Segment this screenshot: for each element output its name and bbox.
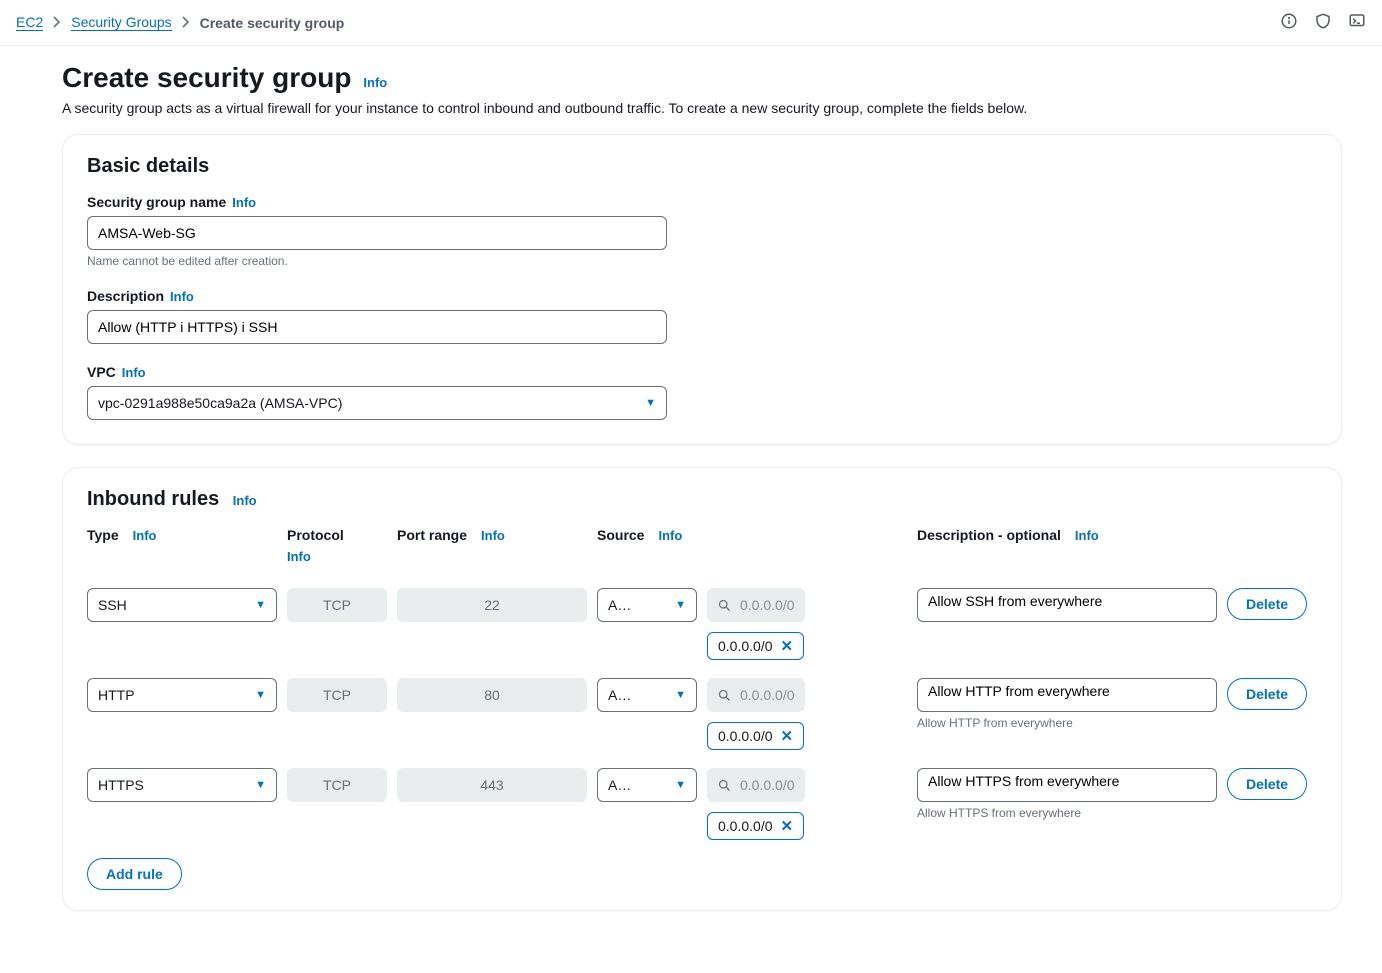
rule-protocol: TCP — [287, 588, 387, 622]
rule-type-select[interactable]: SSH ▼ — [87, 588, 277, 622]
chevron-right-icon — [182, 15, 190, 31]
add-rule-button[interactable]: Add rule — [87, 858, 182, 890]
rule-source-select[interactable]: A… ▼ — [597, 588, 697, 622]
chevron-down-icon: ▼ — [255, 599, 266, 611]
page-title: Create security group — [62, 62, 351, 94]
rule-source-select[interactable]: A… ▼ — [597, 768, 697, 802]
rule-type-select[interactable]: HTTP ▼ — [87, 678, 277, 712]
sg-desc-info[interactable]: Info — [170, 289, 194, 304]
col-type-info[interactable]: Info — [133, 528, 157, 543]
chevron-down-icon: ▼ — [645, 397, 656, 409]
cidr-chip: 0.0.0.0/0 ✕ — [707, 722, 804, 750]
search-icon — [717, 598, 732, 613]
chevron-right-icon — [53, 15, 61, 31]
inbound-rules-panel: Inbound rules Info Type Info Protocol In… — [62, 467, 1342, 911]
basic-details-title: Basic details — [87, 155, 1317, 178]
inbound-rules-info[interactable]: Info — [233, 493, 257, 508]
breadcrumb-ec2[interactable]: EC2 — [16, 14, 43, 31]
col-source: Source — [597, 527, 644, 543]
search-icon — [717, 778, 732, 793]
rule-description-input[interactable] — [917, 678, 1217, 712]
rule-type-select[interactable]: HTTPS ▼ — [87, 768, 277, 802]
remove-cidr-icon[interactable]: ✕ — [781, 637, 794, 655]
rule-source-search[interactable]: 0.0.0.0/0 — [707, 768, 805, 802]
col-protocol: Protocol — [287, 527, 387, 543]
remove-cidr-icon[interactable]: ✕ — [781, 727, 794, 745]
sg-name-hint: Name cannot be edited after creation. — [87, 254, 1317, 268]
rule-protocol: TCP — [287, 678, 387, 712]
shield-icon[interactable] — [1314, 12, 1332, 33]
rule-row: SSH ▼ TCP 22 A… ▼ 0.0.0.0/0 0.0.0.0/0 ✕ — [87, 588, 1317, 660]
rule-port: 80 — [397, 678, 587, 712]
breadcrumb: EC2 Security Groups Create security grou… — [16, 14, 344, 31]
rule-port: 22 — [397, 588, 587, 622]
col-port-info[interactable]: Info — [481, 528, 505, 543]
chevron-down-icon: ▼ — [255, 689, 266, 701]
rule-description-subtext: Allow HTTP from everywhere — [917, 716, 1217, 730]
page-title-info[interactable]: Info — [363, 75, 387, 90]
rule-description-input[interactable] — [917, 768, 1217, 802]
col-protocol-info[interactable]: Info — [287, 549, 387, 564]
col-port: Port range — [397, 527, 467, 543]
rule-row: HTTPS ▼ TCP 443 A… ▼ 0.0.0.0/0 0.0.0.0/0… — [87, 768, 1317, 840]
chevron-down-icon: ▼ — [675, 599, 686, 611]
vpc-select[interactable]: vpc-0291a988e50ca9a2a (AMSA-VPC) ▼ — [87, 386, 667, 420]
chevron-down-icon: ▼ — [675, 779, 686, 791]
info-icon[interactable] — [1280, 12, 1298, 33]
remove-cidr-icon[interactable]: ✕ — [781, 817, 794, 835]
page-description: A security group acts as a virtual firew… — [62, 100, 1342, 116]
col-desc-info[interactable]: Info — [1075, 528, 1099, 543]
rule-protocol: TCP — [287, 768, 387, 802]
search-icon — [717, 688, 732, 703]
rule-source-search[interactable]: 0.0.0.0/0 — [707, 678, 805, 712]
cloudshell-icon[interactable] — [1348, 12, 1366, 33]
rule-source-select[interactable]: A… ▼ — [597, 678, 697, 712]
rule-port: 443 — [397, 768, 587, 802]
vpc-info[interactable]: Info — [122, 365, 146, 380]
delete-rule-button[interactable]: Delete — [1227, 678, 1307, 710]
delete-rule-button[interactable]: Delete — [1227, 768, 1307, 800]
sg-name-input[interactable] — [87, 216, 667, 250]
rule-row: HTTP ▼ TCP 80 A… ▼ 0.0.0.0/0 0.0.0.0/0 ✕… — [87, 678, 1317, 750]
rule-description-subtext: Allow HTTPS from everywhere — [917, 806, 1217, 820]
vpc-label: VPC — [87, 364, 116, 380]
cidr-chip: 0.0.0.0/0 ✕ — [707, 812, 804, 840]
breadcrumb-current: Create security group — [200, 15, 345, 31]
chevron-down-icon: ▼ — [675, 689, 686, 701]
col-type: Type — [87, 527, 119, 543]
sg-desc-label: Description — [87, 288, 164, 304]
cidr-chip: 0.0.0.0/0 ✕ — [707, 632, 804, 660]
basic-details-panel: Basic details Security group name Info N… — [62, 134, 1342, 445]
sg-name-label: Security group name — [87, 194, 226, 210]
rule-description-input[interactable] — [917, 588, 1217, 622]
rule-source-search[interactable]: 0.0.0.0/0 — [707, 588, 805, 622]
col-source-info[interactable]: Info — [658, 528, 682, 543]
chevron-down-icon: ▼ — [255, 779, 266, 791]
inbound-rules-title: Inbound rules — [87, 488, 219, 510]
sg-desc-input[interactable] — [87, 310, 667, 344]
sg-name-info[interactable]: Info — [232, 195, 256, 210]
col-desc: Description - optional — [917, 527, 1061, 543]
breadcrumb-security-groups[interactable]: Security Groups — [71, 14, 171, 31]
delete-rule-button[interactable]: Delete — [1227, 588, 1307, 620]
